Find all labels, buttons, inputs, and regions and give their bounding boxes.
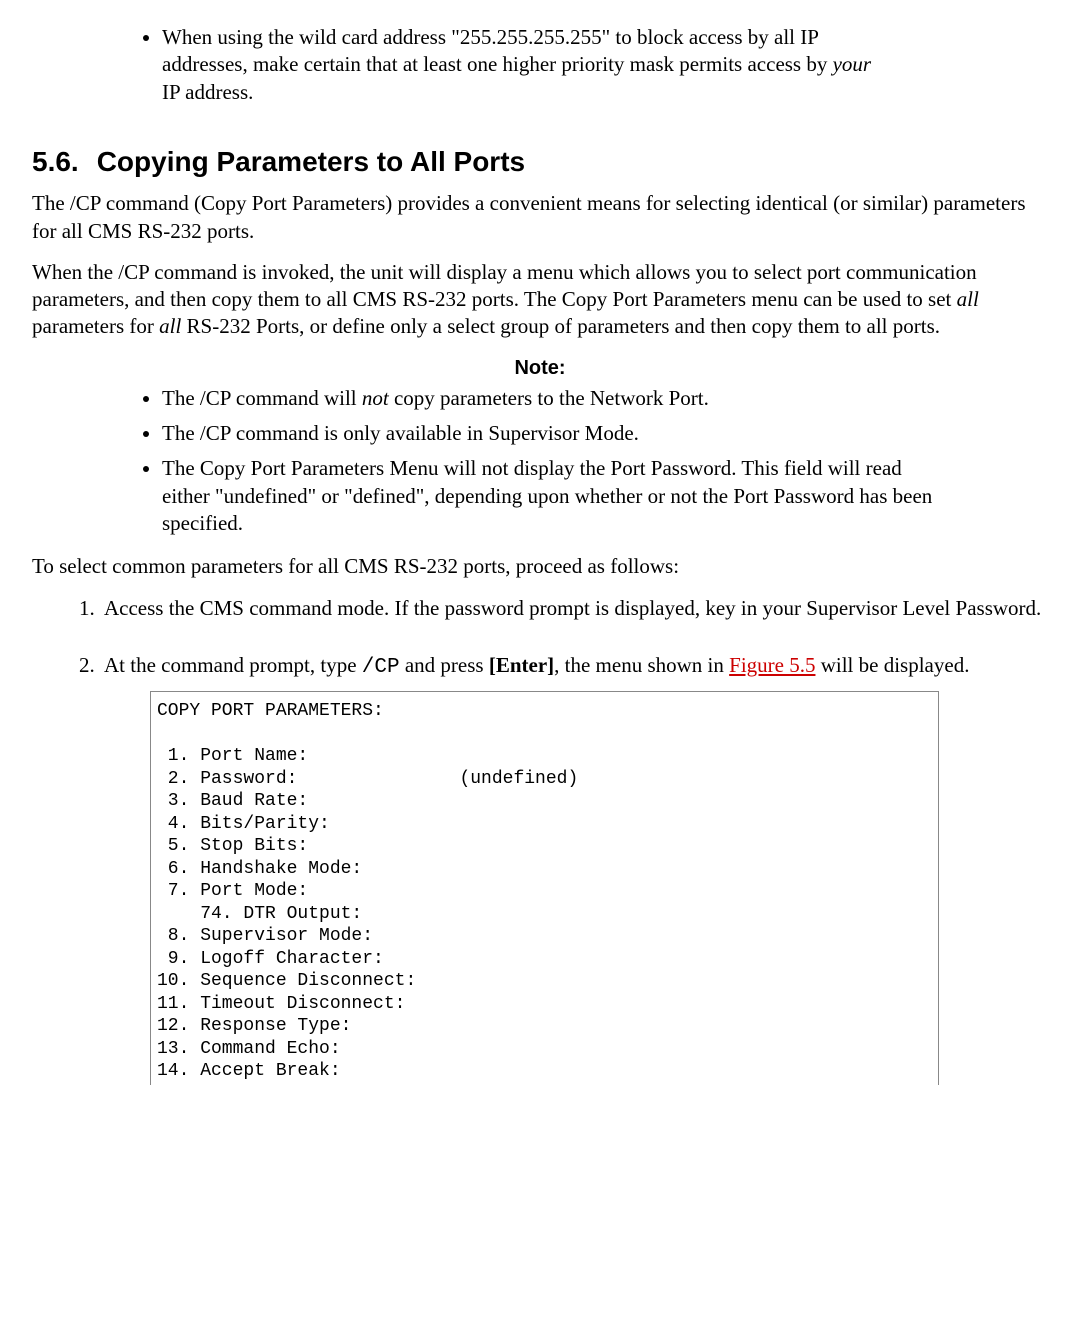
intro-bullet-item: When using the wild card address "255.25…	[162, 24, 1048, 106]
section-title: Copying Parameters to All Ports	[97, 146, 525, 177]
step2-d: will be displayed.	[815, 653, 969, 677]
terminal-output: COPY PORT PARAMETERS: 1. Port Name: 2. P…	[150, 691, 939, 1085]
note-item-1: The /CP command will not copy parameters…	[162, 385, 1048, 412]
para2-a: When the /CP command is invoked, the uni…	[32, 260, 977, 311]
paragraph-3: To select common parameters for all CMS …	[32, 553, 1048, 580]
para2-b: parameters for	[32, 314, 159, 338]
note1-a: The /CP command will	[162, 386, 362, 410]
step2-c: , the menu shown in	[554, 653, 729, 677]
note-item-3: The Copy Port Parameters Menu will not d…	[162, 455, 1048, 537]
paragraph-1: The /CP command (Copy Port Parameters) p…	[32, 190, 1048, 245]
intro-bullet-text-ital: your	[833, 52, 872, 76]
note1-i: not	[362, 386, 389, 410]
note1-b: copy parameters to the Network Port.	[389, 386, 709, 410]
step-2: At the command prompt, type /CP and pres…	[100, 652, 1048, 1085]
step2-a: At the command prompt, type	[104, 653, 362, 677]
note-list: The /CP command will not copy parameters…	[32, 385, 1048, 537]
section-heading: 5.6. Copying Parameters to All Ports	[32, 144, 1048, 180]
intro-bullet-text-post: IP address.	[162, 80, 253, 104]
figure-5-5-link[interactable]: Figure 5.5	[729, 653, 815, 677]
paragraph-2: When the /CP command is invoked, the uni…	[32, 259, 1048, 341]
intro-bullet-text-pre: When using the wild card address "255.25…	[162, 25, 833, 76]
steps-list: Access the CMS command mode. If the pass…	[32, 595, 1048, 1085]
step2-code: /CP	[362, 656, 400, 679]
section-number: 5.6.	[32, 146, 79, 177]
intro-bullet-list: When using the wild card address "255.25…	[32, 24, 1048, 106]
para2-i1: all	[957, 287, 979, 311]
para2-c: RS-232 Ports, or define only a select gr…	[181, 314, 940, 338]
note-heading: Note:	[32, 355, 1048, 381]
step2-b: and press	[400, 653, 489, 677]
para2-i2: all	[159, 314, 181, 338]
note-item-2: The /CP command is only available in Sup…	[162, 420, 1048, 447]
step-1: Access the CMS command mode. If the pass…	[100, 595, 1048, 622]
step2-enter: [Enter]	[489, 653, 554, 677]
